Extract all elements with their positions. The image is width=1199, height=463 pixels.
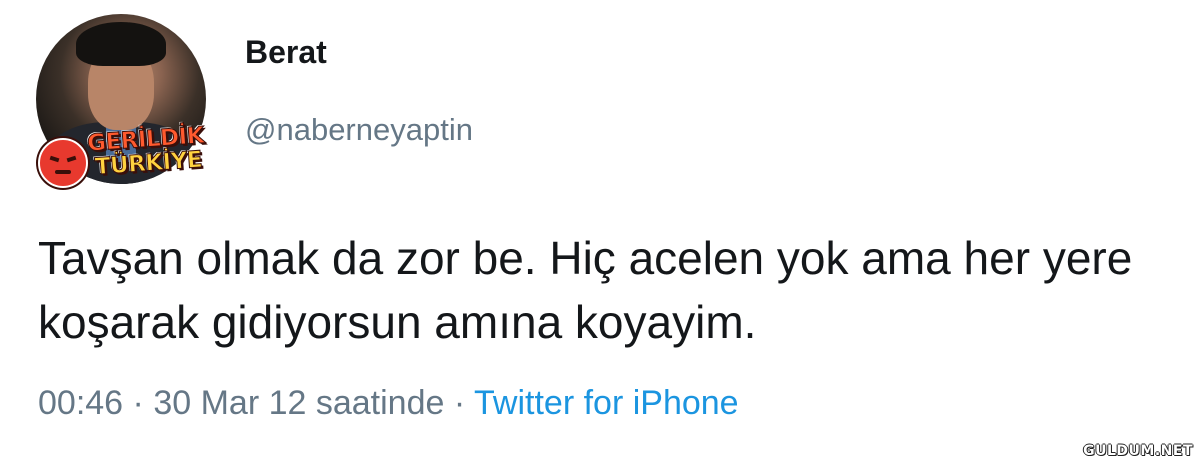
badge-text: GERİLDİK TÜRKİYE bbox=[78, 122, 206, 181]
tweet-meta: 00:46 · 30 Mar 12 saatinde · Twitter for… bbox=[38, 384, 739, 423]
avatar-hair bbox=[76, 22, 166, 66]
tweet-source-link[interactable]: Twitter for iPhone bbox=[474, 384, 739, 422]
watermark: GULDUM.NET bbox=[1083, 443, 1193, 459]
avatar[interactable]: GERİLDİK TÜRKİYE bbox=[36, 14, 206, 188]
meta-separator-2: · bbox=[453, 384, 466, 422]
tweet-text: Tavşan olmak da zor be. Hiç acelen yok a… bbox=[38, 232, 1133, 348]
meta-separator: · bbox=[132, 384, 144, 422]
display-name[interactable]: Berat bbox=[245, 34, 327, 71]
user-handle[interactable]: @naberneyaptin bbox=[245, 112, 473, 148]
overlay-badge: GERİLDİK TÜRKİYE bbox=[38, 122, 214, 188]
tweet-date[interactable]: 30 Mar 12 saatinde bbox=[153, 384, 444, 422]
tweet-time[interactable]: 00:46 bbox=[38, 384, 123, 422]
